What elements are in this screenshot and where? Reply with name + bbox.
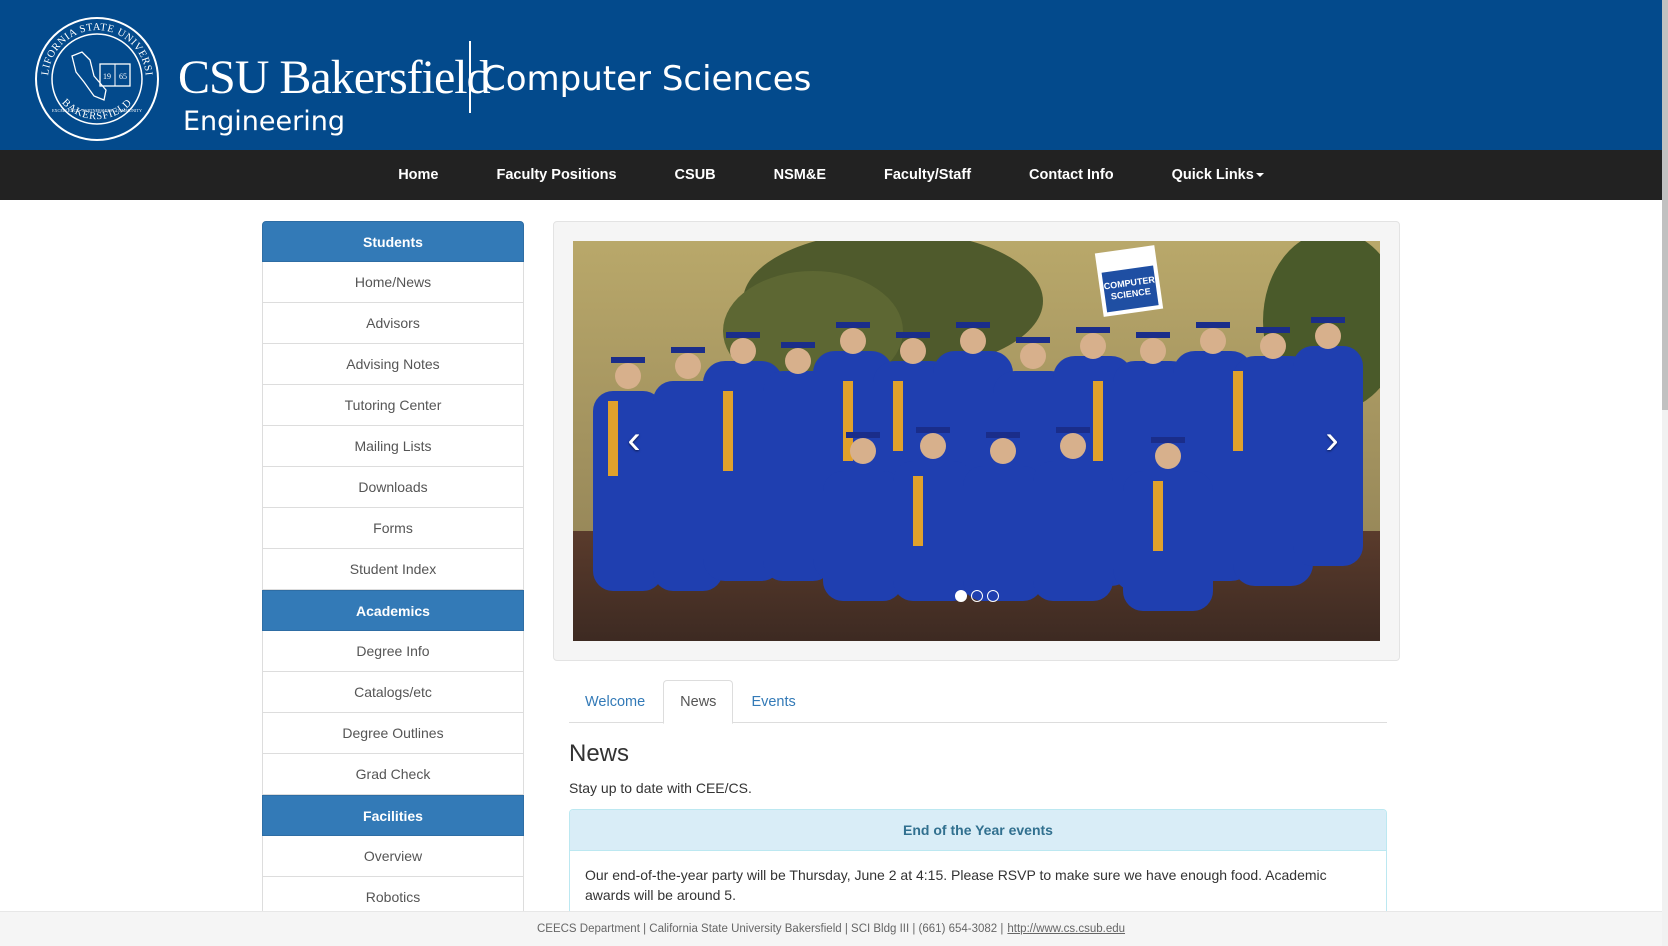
university-name[interactable]: CSU Bakersfield	[178, 50, 491, 106]
news-panel-body: Our end-of-the-year party will be Thursd…	[585, 867, 1327, 903]
nav-quick-links-dropdown[interactable]: Quick Links	[1143, 150, 1293, 200]
page-scrollbar[interactable]	[1662, 0, 1668, 946]
news-panel-title: End of the Year events	[570, 810, 1386, 851]
tab-events[interactable]: Events	[735, 680, 811, 723]
nav-home[interactable]: Home	[369, 150, 467, 200]
sidebar-nav: Students Home/News Advisors Advising Not…	[262, 221, 524, 918]
graduation-photo: COMPUTER SCIENCE	[573, 241, 1380, 641]
nav-faculty-positions[interactable]: Faculty Positions	[467, 150, 645, 200]
sidebar-item-catalogs[interactable]: Catalogs/etc	[262, 672, 524, 713]
tab-welcome[interactable]: Welcome	[569, 680, 661, 723]
sidebar-item-grad-check[interactable]: Grad Check	[262, 754, 524, 795]
content-tabs: Welcome News Events	[569, 680, 1387, 724]
carousel-next-button[interactable]: ›	[1317, 415, 1347, 465]
seal-year-left: 19	[103, 72, 111, 81]
quick-links-label: Quick Links	[1171, 167, 1254, 183]
news-heading: News	[569, 740, 630, 767]
nav-contact-info[interactable]: Contact Info	[1000, 150, 1143, 200]
chevron-left-icon: ‹	[627, 418, 641, 462]
carousel-indicator-2[interactable]	[970, 590, 983, 602]
svg-text:CALIFORNIA STATE UNIVERSITY: CALIFORNIA STATE UNIVERSITY	[34, 16, 154, 76]
sidebar-heading-facilities: Facilities	[262, 795, 524, 836]
logo-divider	[469, 41, 471, 113]
caret-down-icon	[1255, 173, 1264, 178]
sidebar-item-overview[interactable]: Overview	[262, 836, 524, 877]
seal-year-right: 65	[119, 72, 127, 81]
computer-science-sign: COMPUTER SCIENCE	[1094, 245, 1164, 317]
footer-contact-text: CEECS Department | California State Univ…	[536, 923, 1004, 935]
sidebar-item-advising-notes[interactable]: Advising Notes	[262, 344, 524, 385]
chevron-right-icon: ›	[1325, 418, 1339, 462]
carousel-indicators	[573, 590, 1380, 602]
site-header: CALIFORNIA STATE UNIVERSITY BAKERSFIELD …	[0, 0, 1662, 150]
news-subtitle: Stay up to date with CEE/CS.	[569, 780, 752, 796]
page: CALIFORNIA STATE UNIVERSITY BAKERSFIELD …	[0, 0, 1668, 946]
seal-text-top: CALIFORNIA STATE UNIVERSITY	[34, 16, 153, 76]
footer-website-link[interactable]: http://www.cs.csub.edu	[1007, 923, 1125, 935]
tab-news[interactable]: News	[663, 680, 734, 724]
nav-faculty-staff[interactable]: Faculty/Staff	[855, 150, 1000, 200]
main-navbar: Home Faculty Positions CSUB NSM&E Facult…	[0, 150, 1662, 200]
department-name[interactable]: Computer Sciences	[482, 58, 811, 100]
sidebar-item-forms[interactable]: Forms	[262, 508, 524, 549]
nav-csub[interactable]: CSUB	[646, 150, 745, 200]
school-name: Engineering	[183, 106, 345, 137]
scrollbar-thumb[interactable]	[1662, 0, 1668, 410]
sidebar-item-tutoring-center[interactable]: Tutoring Center	[262, 385, 524, 426]
page-footer: CEECS Department | California State Univ…	[0, 911, 1662, 946]
sidebar-item-degree-info[interactable]: Degree Info	[262, 631, 524, 672]
image-carousel: COMPUTER SCIENCE ‹ ›	[573, 241, 1380, 641]
carousel-well: COMPUTER SCIENCE ‹ ›	[553, 221, 1400, 661]
sidebar-heading-students: Students	[262, 221, 524, 262]
sidebar-item-advisors[interactable]: Advisors	[262, 303, 524, 344]
sidebar-item-degree-outlines[interactable]: Degree Outlines	[262, 713, 524, 754]
sidebar-item-student-index[interactable]: Student Index	[262, 549, 524, 590]
nav-nsme[interactable]: NSM&E	[745, 150, 855, 200]
sidebar-item-mailing-lists[interactable]: Mailing Lists	[262, 426, 524, 467]
sidebar-item-home-news[interactable]: Home/News	[262, 262, 524, 303]
sidebar-item-downloads[interactable]: Downloads	[262, 467, 524, 508]
carousel-indicator-3[interactable]	[986, 590, 999, 602]
carousel-prev-button[interactable]: ‹	[619, 415, 649, 465]
sidebar-heading-academics: Academics	[262, 590, 524, 631]
university-seal-logo[interactable]: CALIFORNIA STATE UNIVERSITY BAKERSFIELD …	[34, 16, 160, 142]
carousel-indicator-1[interactable]	[954, 590, 967, 602]
seal-motto: EXCELLENCE · PARTNERSHIPS · COMMUNITY	[52, 108, 142, 113]
